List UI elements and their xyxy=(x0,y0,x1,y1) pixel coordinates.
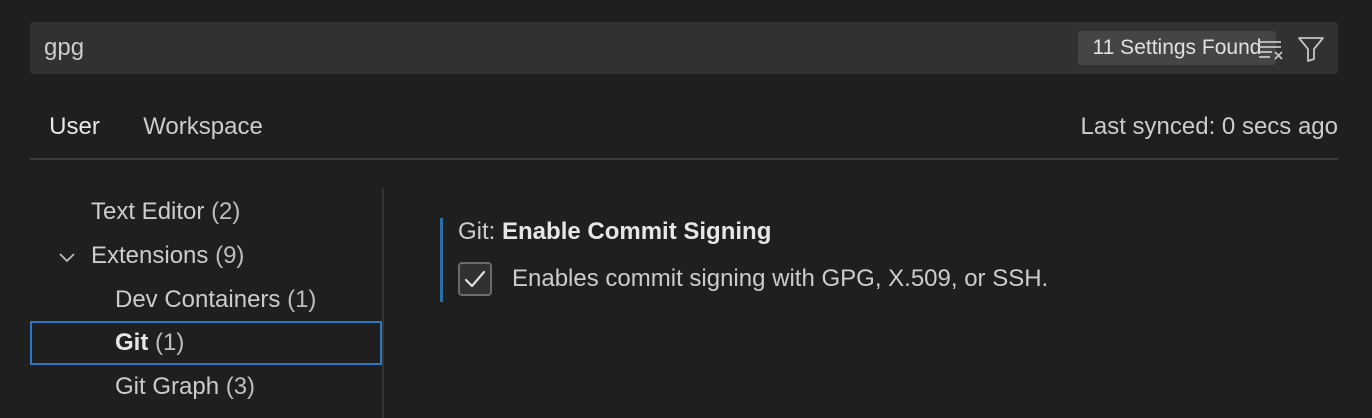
toc-item-count: (1) xyxy=(287,286,317,313)
setting-enable-commit-signing: Git: Enable Commit Signing Enables commi… xyxy=(440,218,1340,302)
modified-indicator xyxy=(440,218,443,302)
toc-item-dev-containers[interactable]: Dev Containers (1) xyxy=(30,278,382,322)
toc-item-git-graph[interactable]: Git Graph (3) xyxy=(30,365,382,409)
toc-item-label: Dev Containers xyxy=(115,286,281,313)
setting-description: Enables commit signing with GPG, X.509, … xyxy=(512,265,1049,292)
toc-item-count: (2) xyxy=(211,198,241,225)
sync-status: Last synced: 0 secs ago xyxy=(1080,113,1338,140)
results-count-badge: 11 Settings Found xyxy=(1078,31,1276,65)
check-icon xyxy=(464,270,486,288)
toc-item-count: (1) xyxy=(155,329,185,356)
toc-divider xyxy=(382,188,384,418)
search-bar: 11 Settings Found xyxy=(30,22,1338,74)
settings-toc: Text Editor (2) Extensions (9) Dev Conta… xyxy=(30,188,382,418)
toc-item-label: Text Editor xyxy=(91,198,205,225)
chevron-down-icon xyxy=(58,248,76,266)
toc-item-git[interactable]: Git (1) xyxy=(30,321,382,365)
setting-title: Git: Enable Commit Signing xyxy=(458,218,771,246)
setting-category: Git: xyxy=(458,218,503,245)
search-input[interactable] xyxy=(30,22,1010,74)
toc-item-label: Git Graph xyxy=(115,373,220,400)
tab-workspace[interactable]: Workspace xyxy=(136,104,270,158)
toc-item-extensions[interactable]: Extensions (9) xyxy=(30,234,382,278)
clear-filter-icon[interactable] xyxy=(1256,34,1286,64)
commit-signing-checkbox[interactable] xyxy=(458,262,492,296)
tabs-divider xyxy=(30,158,1338,160)
filter-icon[interactable] xyxy=(1296,34,1326,64)
toc-item-count: (3) xyxy=(225,373,256,400)
settings-editor: 11 Settings Found User Workspace Last sy… xyxy=(0,0,1372,418)
toc-item-label: Extensions xyxy=(91,242,209,269)
toc-item-text-editor[interactable]: Text Editor (2) xyxy=(30,190,382,234)
toc-item-label: Git xyxy=(115,329,149,356)
setting-name: Enable Commit Signing xyxy=(502,218,772,245)
settings-scope-tabs: User Workspace Last synced: 0 secs ago xyxy=(30,104,1338,160)
tab-user[interactable]: User xyxy=(30,104,119,160)
toc-item-count: (9) xyxy=(215,242,245,269)
